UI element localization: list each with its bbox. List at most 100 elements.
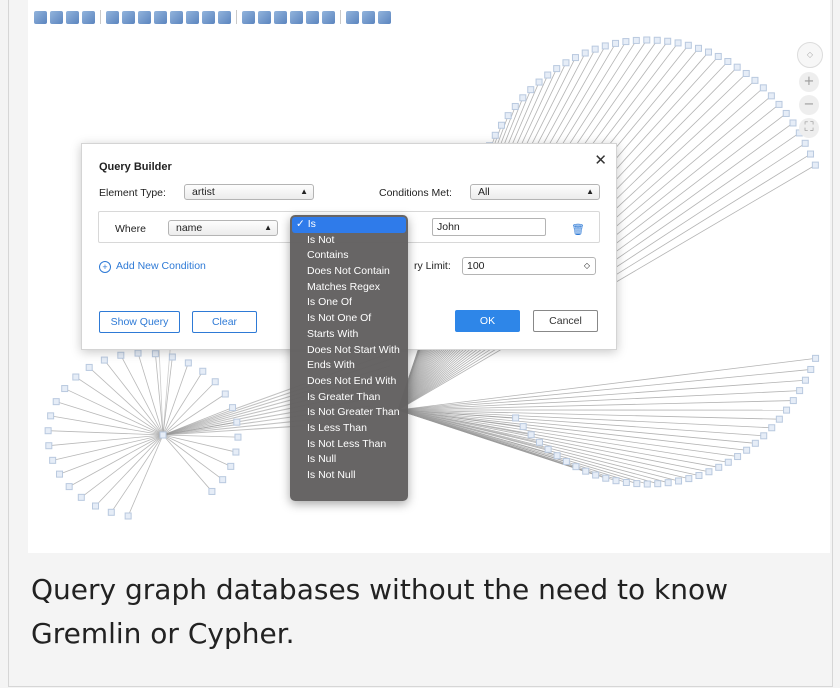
graph-node[interactable]: [742, 69, 750, 77]
graph-node[interactable]: [117, 351, 125, 359]
page-icon[interactable]: [82, 10, 95, 24]
graph-node[interactable]: [760, 432, 768, 440]
layout-grid-icon[interactable]: [306, 10, 319, 24]
graph-node[interactable]: [553, 65, 561, 73]
graph-node[interactable]: [208, 487, 216, 495]
dropdown-option[interactable]: Is Not Greater Than: [290, 405, 408, 421]
property-select[interactable]: name ▲: [168, 220, 278, 236]
graph-node[interactable]: [61, 385, 69, 393]
graph-node[interactable]: [622, 38, 630, 46]
cancel-button[interactable]: Cancel: [533, 310, 598, 332]
graph-node[interactable]: [796, 387, 804, 395]
graph-node[interactable]: [221, 390, 229, 398]
zoom-select-icon[interactable]: [218, 10, 231, 24]
graph-node[interactable]: [199, 367, 207, 375]
file-icon[interactable]: [34, 10, 47, 24]
graph-node[interactable]: [211, 378, 219, 386]
print-icon[interactable]: [66, 10, 79, 24]
collapse-icon[interactable]: [362, 10, 375, 24]
graph-node[interactable]: [724, 58, 732, 66]
dropdown-option[interactable]: Contains: [290, 248, 408, 264]
graph-node[interactable]: [591, 45, 599, 53]
dropdown-option[interactable]: Starts With: [290, 327, 408, 343]
graph-node[interactable]: [562, 457, 570, 465]
graph-node[interactable]: [751, 439, 759, 447]
graph-node[interactable]: [653, 36, 661, 44]
condition-value-input[interactable]: John: [432, 218, 546, 236]
graph-node[interactable]: [544, 445, 552, 453]
graph-node[interactable]: [52, 398, 60, 406]
graph-node[interactable]: [782, 109, 790, 117]
ok-button[interactable]: OK: [455, 310, 520, 332]
graph-node[interactable]: [77, 493, 85, 501]
graph-node[interactable]: [759, 84, 767, 92]
dropdown-option[interactable]: Is Greater Than: [290, 390, 408, 406]
dropdown-option[interactable]: Is Not: [290, 233, 408, 249]
graph-node[interactable]: [85, 363, 93, 371]
graph-node[interactable]: [92, 502, 99, 510]
graph-node[interactable]: [44, 427, 52, 435]
graph-node[interactable]: [811, 161, 819, 169]
graph-node[interactable]: [49, 456, 57, 464]
add-condition-link[interactable]: + Add New Condition: [99, 260, 206, 273]
graph-node[interactable]: [562, 59, 570, 67]
graph-node[interactable]: [592, 471, 600, 479]
pan-control-icon[interactable]: ◇: [797, 42, 823, 68]
zoom-actual-icon[interactable]: [186, 10, 199, 24]
zoom-out-icon[interactable]: [170, 10, 183, 24]
graph-node[interactable]: [783, 406, 791, 414]
dropdown-option[interactable]: Matches Regex: [290, 280, 408, 296]
move-icon[interactable]: [138, 10, 151, 24]
graph-node[interactable]: [45, 442, 53, 450]
graph-node[interactable]: [72, 373, 80, 381]
dropdown-option[interactable]: Is Less Than: [290, 421, 408, 437]
dropdown-option[interactable]: Does Not End With: [290, 374, 408, 390]
graph-node[interactable]: [612, 39, 620, 47]
graph-node[interactable]: [124, 512, 132, 520]
graph-node[interactable]: [602, 474, 610, 482]
graph-node[interactable]: [632, 36, 640, 44]
dropdown-option[interactable]: Is Null: [290, 452, 408, 468]
graph-node[interactable]: [674, 39, 682, 47]
dropdown-option[interactable]: Ends With: [290, 358, 408, 374]
graph-node[interactable]: [107, 508, 115, 516]
graph-node[interactable]: [743, 446, 751, 454]
graph-node[interactable]: [553, 452, 561, 460]
graph-node[interactable]: [715, 463, 723, 471]
graph-node[interactable]: [151, 350, 159, 358]
graph-node[interactable]: [654, 480, 662, 488]
trash-icon[interactable]: 🗑: [571, 223, 585, 236]
graph-node[interactable]: [134, 349, 142, 357]
export-icon[interactable]: [50, 10, 63, 24]
stepper-icon[interactable]: ◇: [584, 258, 590, 274]
graph-node[interactable]: [724, 458, 732, 466]
graph-node[interactable]: [512, 414, 520, 422]
graph-node[interactable]: [643, 36, 651, 44]
graph-node[interactable]: [544, 71, 552, 79]
graph-node[interactable]: [775, 415, 783, 423]
graph-node[interactable]: [675, 477, 683, 485]
query-limit-input[interactable]: 100 ◇: [462, 257, 596, 275]
graph-node[interactable]: [694, 44, 702, 52]
graph-node[interactable]: [734, 453, 742, 461]
graph-node[interactable]: [233, 418, 241, 426]
graph-node[interactable]: [234, 433, 242, 441]
graph-node[interactable]: [491, 131, 499, 139]
graph-node[interactable]: [519, 423, 527, 431]
dropdown-option[interactable]: Is One Of: [290, 295, 408, 311]
graph-node[interactable]: [581, 49, 589, 57]
graph-node[interactable]: [504, 112, 512, 120]
layout-icon[interactable]: [242, 10, 255, 24]
expand-icon[interactable]: [346, 10, 359, 24]
graph-node[interactable]: [633, 480, 641, 488]
graph-node[interactable]: [789, 119, 797, 127]
graph-node[interactable]: [601, 42, 609, 50]
zoom-in-icon[interactable]: +: [799, 72, 819, 92]
graph-node[interactable]: [519, 94, 527, 102]
graph-node[interactable]: [571, 54, 579, 62]
dropdown-option[interactable]: Is Not One Of: [290, 311, 408, 327]
zoom-out-icon[interactable]: −: [799, 95, 819, 115]
graph-node[interactable]: [582, 467, 590, 475]
hand-icon[interactable]: [122, 10, 135, 24]
graph-node[interactable]: [159, 431, 167, 439]
